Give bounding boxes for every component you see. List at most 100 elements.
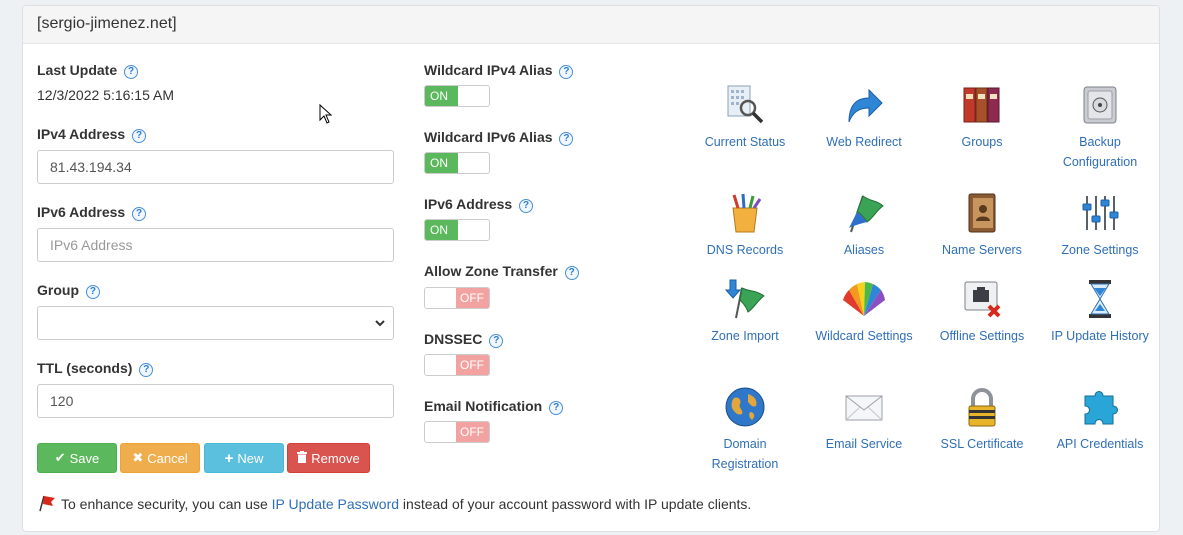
dns-records-icon (732, 193, 762, 233)
ipv4-label: IPv4 Address ? (37, 126, 147, 143)
remove-button[interactable]: Remove (287, 443, 370, 473)
help-icon[interactable]: ? (132, 207, 147, 221)
toggle-state: ON (425, 153, 458, 173)
ipv6-address-toggle[interactable]: ON (424, 219, 490, 241)
ipv6-address-toggle-label: IPv6 Address ? (424, 196, 534, 213)
tile-label: Current Status (704, 135, 786, 149)
wildcard-ipv4-label-text: Wildcard IPv4 Alias (424, 62, 553, 78)
save-button[interactable]: ✔ Save (37, 443, 117, 473)
last-update-value: 12/3/2022 5:16:15 AM (37, 87, 174, 103)
tile-dns-records[interactable]: DNS Records (690, 192, 800, 260)
ip-update-history-icon (1089, 280, 1111, 318)
security-notice: To enhance security, you can use IP Upda… (37, 494, 751, 515)
help-icon[interactable]: ? (489, 334, 504, 348)
toggle-state: OFF (456, 422, 489, 442)
wildcard-ipv4-toggle[interactable]: ON (424, 85, 490, 107)
tile-web-redirect[interactable]: Web Redirect (809, 84, 919, 152)
help-icon[interactable]: ? (549, 401, 564, 415)
help-icon[interactable]: ? (124, 65, 139, 79)
tile-label: API Credentials (1056, 437, 1144, 451)
tile-label: Wildcard Settings (815, 329, 913, 343)
wildcard-ipv6-toggle[interactable]: ON (424, 152, 490, 174)
ipv6-address-input[interactable] (37, 228, 394, 262)
wildcard-ipv4-label: Wildcard IPv4 Alias ? (424, 62, 574, 79)
tile-label: Backup Configuration (1062, 135, 1138, 169)
cancel-button-label: Cancel (147, 450, 188, 466)
ttl-label-text: TTL (seconds) (37, 360, 133, 376)
ipv6-label-text: IPv6 Address (37, 204, 126, 220)
offline-settings-icon (964, 281, 1001, 318)
email-notification-label-text: Email Notification (424, 398, 543, 414)
chevron-down-icon (373, 316, 387, 333)
tile-aliases[interactable]: Aliases (809, 192, 919, 260)
domain-panel: [sergio-jimenez.net] Last Update ? 12/3/… (22, 5, 1160, 532)
dnssec-toggle[interactable]: OFF (424, 354, 490, 376)
last-update-label: Last Update ? (37, 62, 139, 79)
wildcard-ipv6-label-text: Wildcard IPv6 Alias (424, 129, 553, 145)
remove-button-label: Remove (311, 450, 360, 466)
ipv6-address-toggle-label-text: IPv6 Address (424, 196, 513, 212)
tile-ip-update-history[interactable]: IP Update History (1045, 278, 1155, 346)
ssl-certificate-icon (968, 388, 996, 427)
tile-zone-settings[interactable]: Zone Settings (1045, 192, 1155, 260)
help-icon[interactable]: ? (85, 285, 100, 299)
dnssec-label: DNSSEC ? (424, 331, 504, 348)
web-redirect-icon (848, 88, 883, 123)
ipv4-address-input[interactable] (37, 150, 394, 184)
tile-groups[interactable]: Groups (927, 84, 1037, 152)
toggle-state: ON (425, 220, 458, 240)
allow-zone-transfer-toggle[interactable]: OFF (424, 287, 490, 309)
name-servers-icon (968, 193, 996, 233)
cancel-button[interactable]: ✖ Cancel (120, 443, 200, 473)
tile-backup-configuration[interactable]: Backup Configuration (1045, 84, 1155, 172)
help-icon[interactable]: ? (519, 199, 534, 213)
panel-title: [sergio-jimenez.net] (23, 6, 1159, 44)
ttl-input[interactable] (37, 384, 394, 418)
ipv4-label-text: IPv4 Address (37, 126, 126, 142)
trash-icon (297, 450, 308, 466)
tile-api-credentials[interactable]: API Credentials (1045, 386, 1155, 454)
zone-import-icon (724, 279, 765, 319)
tile-label: Groups (961, 135, 1003, 149)
last-update-label-text: Last Update (37, 62, 118, 78)
aliases-icon (849, 195, 884, 233)
group-select[interactable] (37, 306, 394, 340)
tile-label: Aliases (843, 243, 885, 257)
dnssec-label-text: DNSSEC (424, 331, 483, 347)
plus-icon: + (224, 449, 234, 467)
new-button-label: New (237, 450, 264, 466)
tile-label: DNS Records (706, 243, 784, 257)
help-icon[interactable]: ? (139, 363, 154, 377)
new-button[interactable]: + New (204, 443, 284, 473)
security-notice-prefix: To enhance security, you can use (61, 496, 272, 512)
tile-label: Email Service (825, 437, 903, 451)
ipv6-label: IPv6 Address ? (37, 204, 147, 221)
ip-update-password-link[interactable]: IP Update Password (272, 496, 399, 512)
tile-offline-settings[interactable]: Offline Settings (927, 278, 1037, 346)
tile-label: Zone Import (711, 329, 779, 343)
tile-domain-registration[interactable]: Domain Registration (690, 386, 800, 474)
help-icon[interactable]: ? (564, 266, 579, 280)
toggle-state: OFF (456, 288, 489, 308)
tile-label: Name Servers (942, 243, 1022, 257)
help-icon[interactable]: ? (559, 132, 574, 146)
tile-label: Web Redirect (826, 135, 902, 149)
security-notice-suffix: instead of your account password with IP… (399, 496, 752, 512)
tile-name-servers[interactable]: Name Servers (927, 192, 1037, 260)
wildcard-settings-icon (843, 282, 885, 316)
tile-label: IP Update History (1051, 329, 1149, 343)
help-icon[interactable]: ? (559, 65, 574, 79)
ttl-label: TTL (seconds) ? (37, 360, 154, 377)
toggle-state: OFF (456, 355, 489, 375)
toggle-state: ON (425, 86, 458, 106)
tile-zone-import[interactable]: Zone Import (690, 278, 800, 346)
tile-label: Zone Settings (1061, 243, 1139, 257)
tile-current-status[interactable]: Current Status (690, 84, 800, 152)
email-notification-toggle[interactable]: OFF (424, 421, 490, 443)
help-icon[interactable]: ? (132, 129, 147, 143)
tile-email-service[interactable]: Email Service (809, 386, 919, 454)
tile-ssl-certificate[interactable]: SSL Certificate (927, 386, 1037, 454)
email-service-icon (845, 395, 883, 421)
tile-wildcard-settings[interactable]: Wildcard Settings (809, 278, 919, 346)
api-credentials-icon (1084, 391, 1118, 425)
